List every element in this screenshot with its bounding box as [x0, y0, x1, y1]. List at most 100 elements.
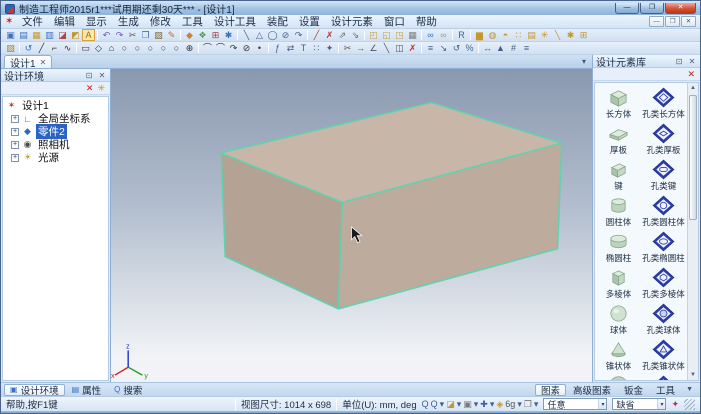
point-icon[interactable]: •	[253, 42, 266, 54]
new-design-icon[interactable]: ▣	[4, 29, 17, 41]
extrude-icon[interactable]: ▆	[473, 29, 486, 41]
mdi-close-button[interactable]: ✕	[681, 16, 696, 27]
library-item[interactable]: 椭圆柱	[596, 229, 641, 265]
tab-design1[interactable]: 设计1 ✕	[4, 55, 52, 68]
library-item[interactable]: 孔类键	[641, 157, 686, 193]
rhombus-icon[interactable]: ◇	[92, 42, 105, 54]
view-mode-icon[interactable]: ▣	[463, 399, 472, 410]
arc-3pt-icon[interactable]: ⌒	[201, 42, 214, 54]
drag-mode-icon[interactable]: ✱	[222, 29, 235, 41]
delete-curve-icon[interactable]: ✗	[406, 42, 419, 54]
save-icon[interactable]: ▥	[43, 29, 56, 41]
render-mode-icon[interactable]: ◪	[446, 399, 455, 410]
library-item[interactable]: 圆柱体	[596, 193, 641, 229]
library-item[interactable]: 圆环	[596, 373, 641, 381]
cut-icon[interactable]: ✂	[126, 29, 139, 41]
arc-tangent-icon[interactable]: ↷	[227, 42, 240, 54]
scrollbar-thumb[interactable]	[689, 95, 697, 220]
menu-item[interactable]: 帮助	[410, 14, 442, 29]
polygon-icon[interactable]: ⌂	[105, 42, 118, 54]
arc-3d-icon[interactable]: ↷	[292, 29, 305, 41]
menu-item[interactable]: 设计元素	[325, 14, 378, 29]
clear-tree-icon[interactable]: ✕	[86, 83, 94, 94]
formula-curve-icon[interactable]: ƒ	[271, 42, 284, 54]
menu-item[interactable]: 生成	[112, 14, 144, 29]
library-item[interactable]: 孔类椭圆柱	[641, 229, 686, 265]
list-icon[interactable]: ≡	[520, 42, 533, 54]
zoom-out-icon[interactable]: Q	[431, 399, 438, 409]
draft-icon[interactable]: ╲	[551, 29, 564, 41]
shell-icon[interactable]: ✱	[564, 29, 577, 41]
toolbar-overflow-icon[interactable]: ▾	[582, 57, 589, 68]
table-edit-icon[interactable]: ▦	[406, 29, 419, 41]
circle-tangent-icon[interactable]: ○	[157, 42, 170, 54]
rib-icon[interactable]: ▤	[525, 29, 538, 41]
material-icon[interactable]: ❖	[196, 29, 209, 41]
paste-icon[interactable]: ▨	[152, 29, 165, 41]
folder-open-icon[interactable]: ◱	[380, 29, 393, 41]
extend-icon[interactable]: →	[354, 42, 367, 54]
library-item[interactable]: 孔类圆环	[641, 373, 686, 381]
redo-icon[interactable]: ↷	[113, 29, 126, 41]
library-item[interactable]: 锥状体	[596, 337, 641, 373]
project-up-icon[interactable]: ⇗	[336, 29, 349, 41]
circle-concentric-icon[interactable]: ○	[170, 42, 183, 54]
sweep-icon[interactable]: ∷	[512, 29, 525, 41]
library-item[interactable]: 孔类锥状体	[641, 337, 686, 373]
delete-element-icon[interactable]: ✗	[323, 29, 336, 41]
sketch-line-icon[interactable]: ╱	[310, 29, 323, 41]
circle-2pt-icon[interactable]: ○	[131, 42, 144, 54]
library-scrollbar[interactable]: ▲ ▼	[687, 83, 698, 380]
menu-item[interactable]: 工具	[176, 14, 208, 29]
tab-设计环境[interactable]: ▣设计环境	[4, 384, 65, 396]
copy-icon[interactable]: ❐	[139, 29, 152, 41]
combo-arrow-icon[interactable]: ▾	[598, 399, 606, 409]
tree-item[interactable]: +☀光源	[11, 151, 108, 164]
library-tab-工具[interactable]: 工具	[650, 384, 681, 396]
circle-center-icon[interactable]: ○	[118, 42, 131, 54]
pattern-feature-icon[interactable]: ✳	[538, 29, 551, 41]
library-item[interactable]: 孔类圆柱体	[641, 193, 686, 229]
open-icon[interactable]: ▦	[30, 29, 43, 41]
grid-display-icon[interactable]: ⊞	[209, 29, 222, 41]
library-item[interactable]: 球体	[596, 301, 641, 337]
library-tab-图素[interactable]: 图素	[535, 384, 566, 396]
loft-icon[interactable]: ◓	[499, 29, 512, 41]
corner-icon[interactable]: ∠	[367, 42, 380, 54]
library-item[interactable]: 孔类长方体	[641, 85, 686, 121]
library-item[interactable]: 厚板	[596, 121, 641, 157]
circle-3d-icon[interactable]: ◯	[266, 29, 279, 41]
panel-close-icon[interactable]: ✕	[97, 71, 107, 80]
active-style-icon[interactable]: A	[82, 29, 95, 41]
polygon-3d-icon[interactable]: △	[253, 29, 266, 41]
offset-curve-icon[interactable]: ⇄	[284, 42, 297, 54]
arc-center-icon[interactable]: ⌒	[214, 42, 227, 54]
window-select-icon[interactable]: ❐	[524, 399, 532, 410]
expand-icon[interactable]: +	[11, 115, 19, 123]
maximize-button[interactable]: ❐	[640, 3, 664, 14]
remove-element-icon[interactable]: ✕	[687, 69, 695, 80]
expand-icon[interactable]: +	[11, 128, 19, 136]
boolean-icon[interactable]: ⊞	[577, 29, 590, 41]
pan-icon[interactable]: ✚	[480, 399, 488, 410]
capture-icon[interactable]: ◩	[69, 29, 82, 41]
orientation-arrow-icon[interactable]: ▾	[517, 399, 522, 410]
window-select-arrow-icon[interactable]: ▾	[534, 399, 539, 410]
viewport-3d[interactable]: xyz	[111, 69, 592, 382]
hatch-icon[interactable]: #	[507, 42, 520, 54]
scale-curve-icon[interactable]: %	[463, 42, 476, 54]
style-combo[interactable]: 缺省 ▾	[612, 398, 666, 410]
menu-item[interactable]: 装配	[261, 14, 293, 29]
label-icon[interactable]: ▲	[494, 42, 507, 54]
dimension-icon[interactable]: ↔	[481, 42, 494, 54]
pattern-curve-icon[interactable]: ∷	[310, 42, 323, 54]
tab-属性[interactable]: ▤属性	[66, 384, 108, 396]
library-item[interactable]: 孔类球体	[641, 301, 686, 337]
undo-icon[interactable]: ↶	[100, 29, 113, 41]
trim-circle-icon[interactable]: ⊘	[279, 29, 292, 41]
import-icon[interactable]: ◪	[56, 29, 69, 41]
star-curve-icon[interactable]: ✦	[323, 42, 336, 54]
folder-check-icon[interactable]: ◳	[393, 29, 406, 41]
snap-combo[interactable]: 任意 ▾	[543, 398, 607, 410]
freecurve-icon[interactable]: ∿	[61, 42, 74, 54]
